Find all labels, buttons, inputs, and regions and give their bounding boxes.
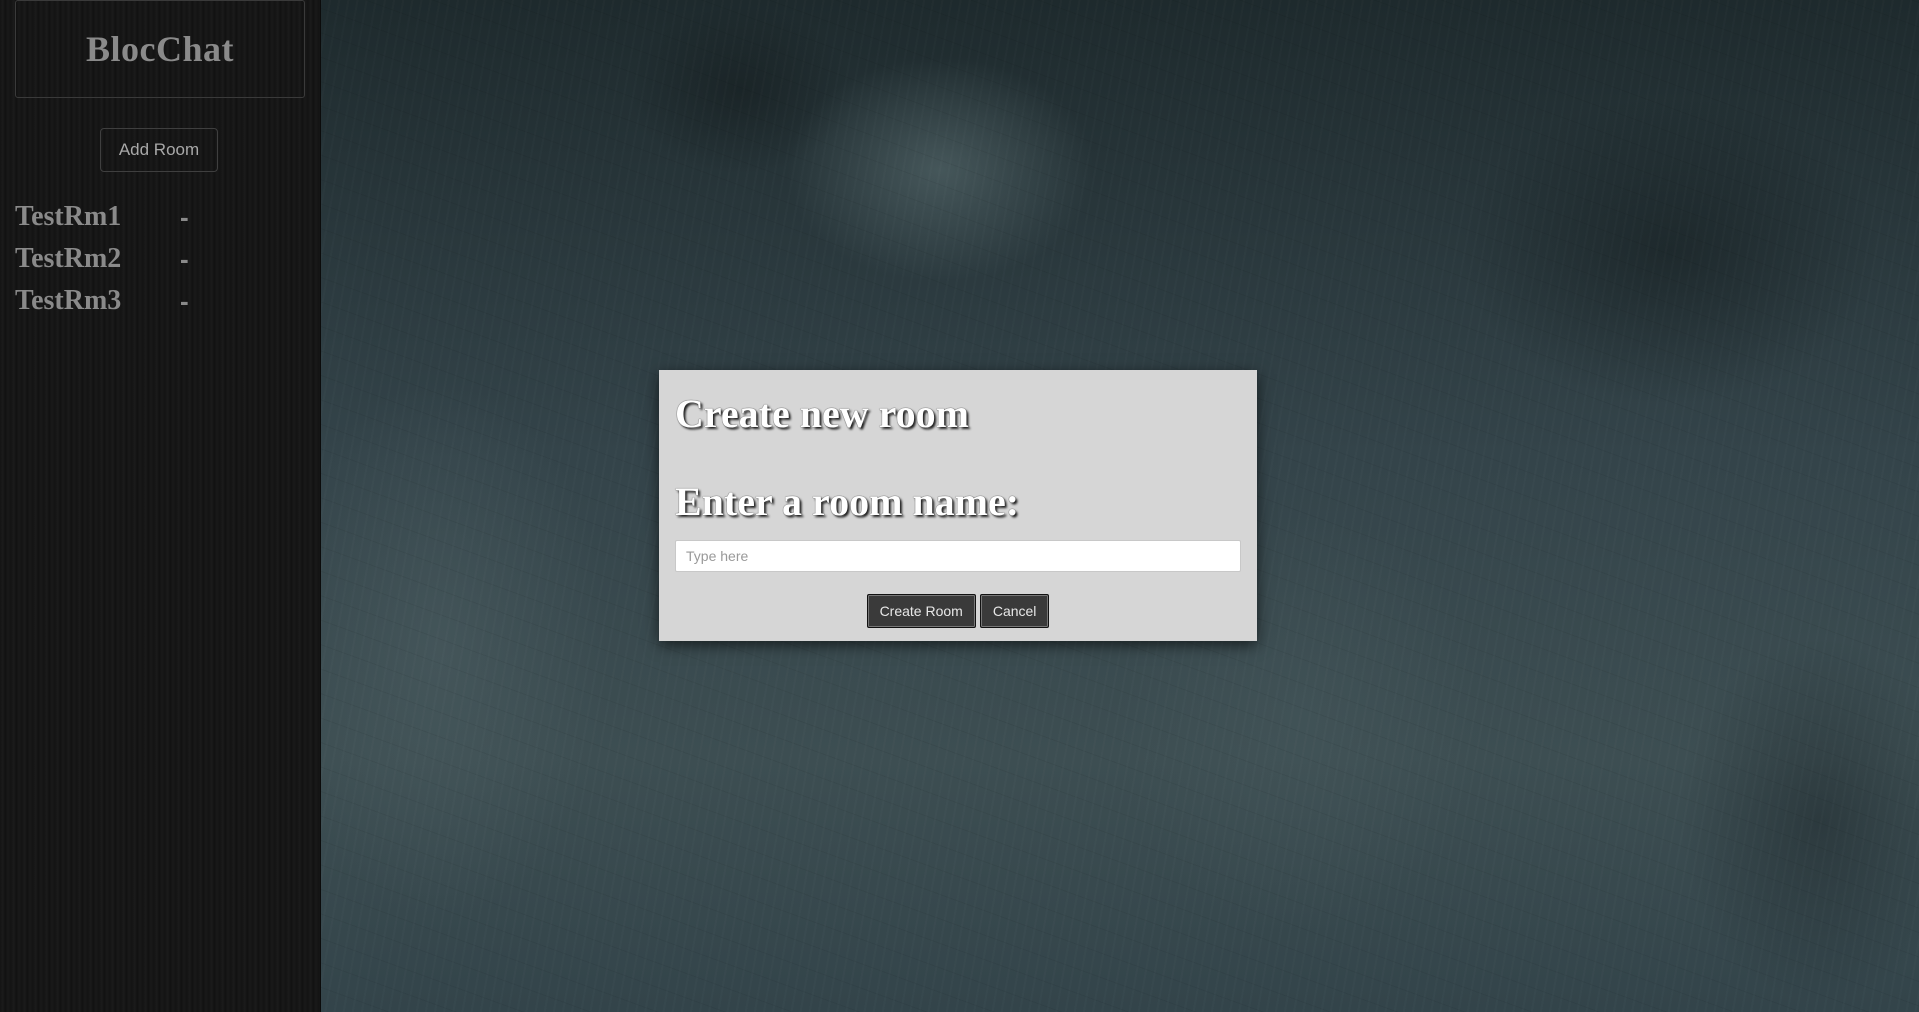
remove-room-button[interactable]: - bbox=[180, 246, 189, 272]
room-list-item: TestRm1 - bbox=[15, 196, 189, 238]
create-room-modal: Create new room Enter a room name: Creat… bbox=[659, 370, 1257, 641]
room-name-label: Enter a room name: bbox=[675, 479, 1020, 524]
create-room-button[interactable]: Create Room bbox=[866, 594, 976, 628]
app-page: BlocChat Add Room TestRm1 - TestRm2 - Te… bbox=[0, 0, 1919, 1012]
room-list-item: TestRm3 - bbox=[15, 280, 189, 322]
cancel-button[interactable]: Cancel bbox=[979, 594, 1050, 628]
room-link[interactable]: TestRm1 bbox=[15, 201, 165, 233]
modal-title: Create new room bbox=[675, 391, 969, 436]
remove-room-button[interactable]: - bbox=[180, 204, 189, 230]
sidebar: BlocChat Add Room TestRm1 - TestRm2 - Te… bbox=[0, 0, 321, 1012]
room-link[interactable]: TestRm2 bbox=[15, 243, 165, 275]
add-room-button[interactable]: Add Room bbox=[100, 128, 218, 172]
brand-title: BlocChat bbox=[86, 29, 234, 69]
modal-actions: Create Room Cancel bbox=[659, 594, 1257, 628]
room-name-input[interactable] bbox=[675, 540, 1241, 572]
brand-header: BlocChat bbox=[15, 0, 305, 98]
room-list: TestRm1 - TestRm2 - TestRm3 - bbox=[15, 196, 189, 322]
room-list-item: TestRm2 - bbox=[15, 238, 189, 280]
room-link[interactable]: TestRm3 bbox=[15, 285, 165, 317]
remove-room-button[interactable]: - bbox=[180, 288, 189, 314]
